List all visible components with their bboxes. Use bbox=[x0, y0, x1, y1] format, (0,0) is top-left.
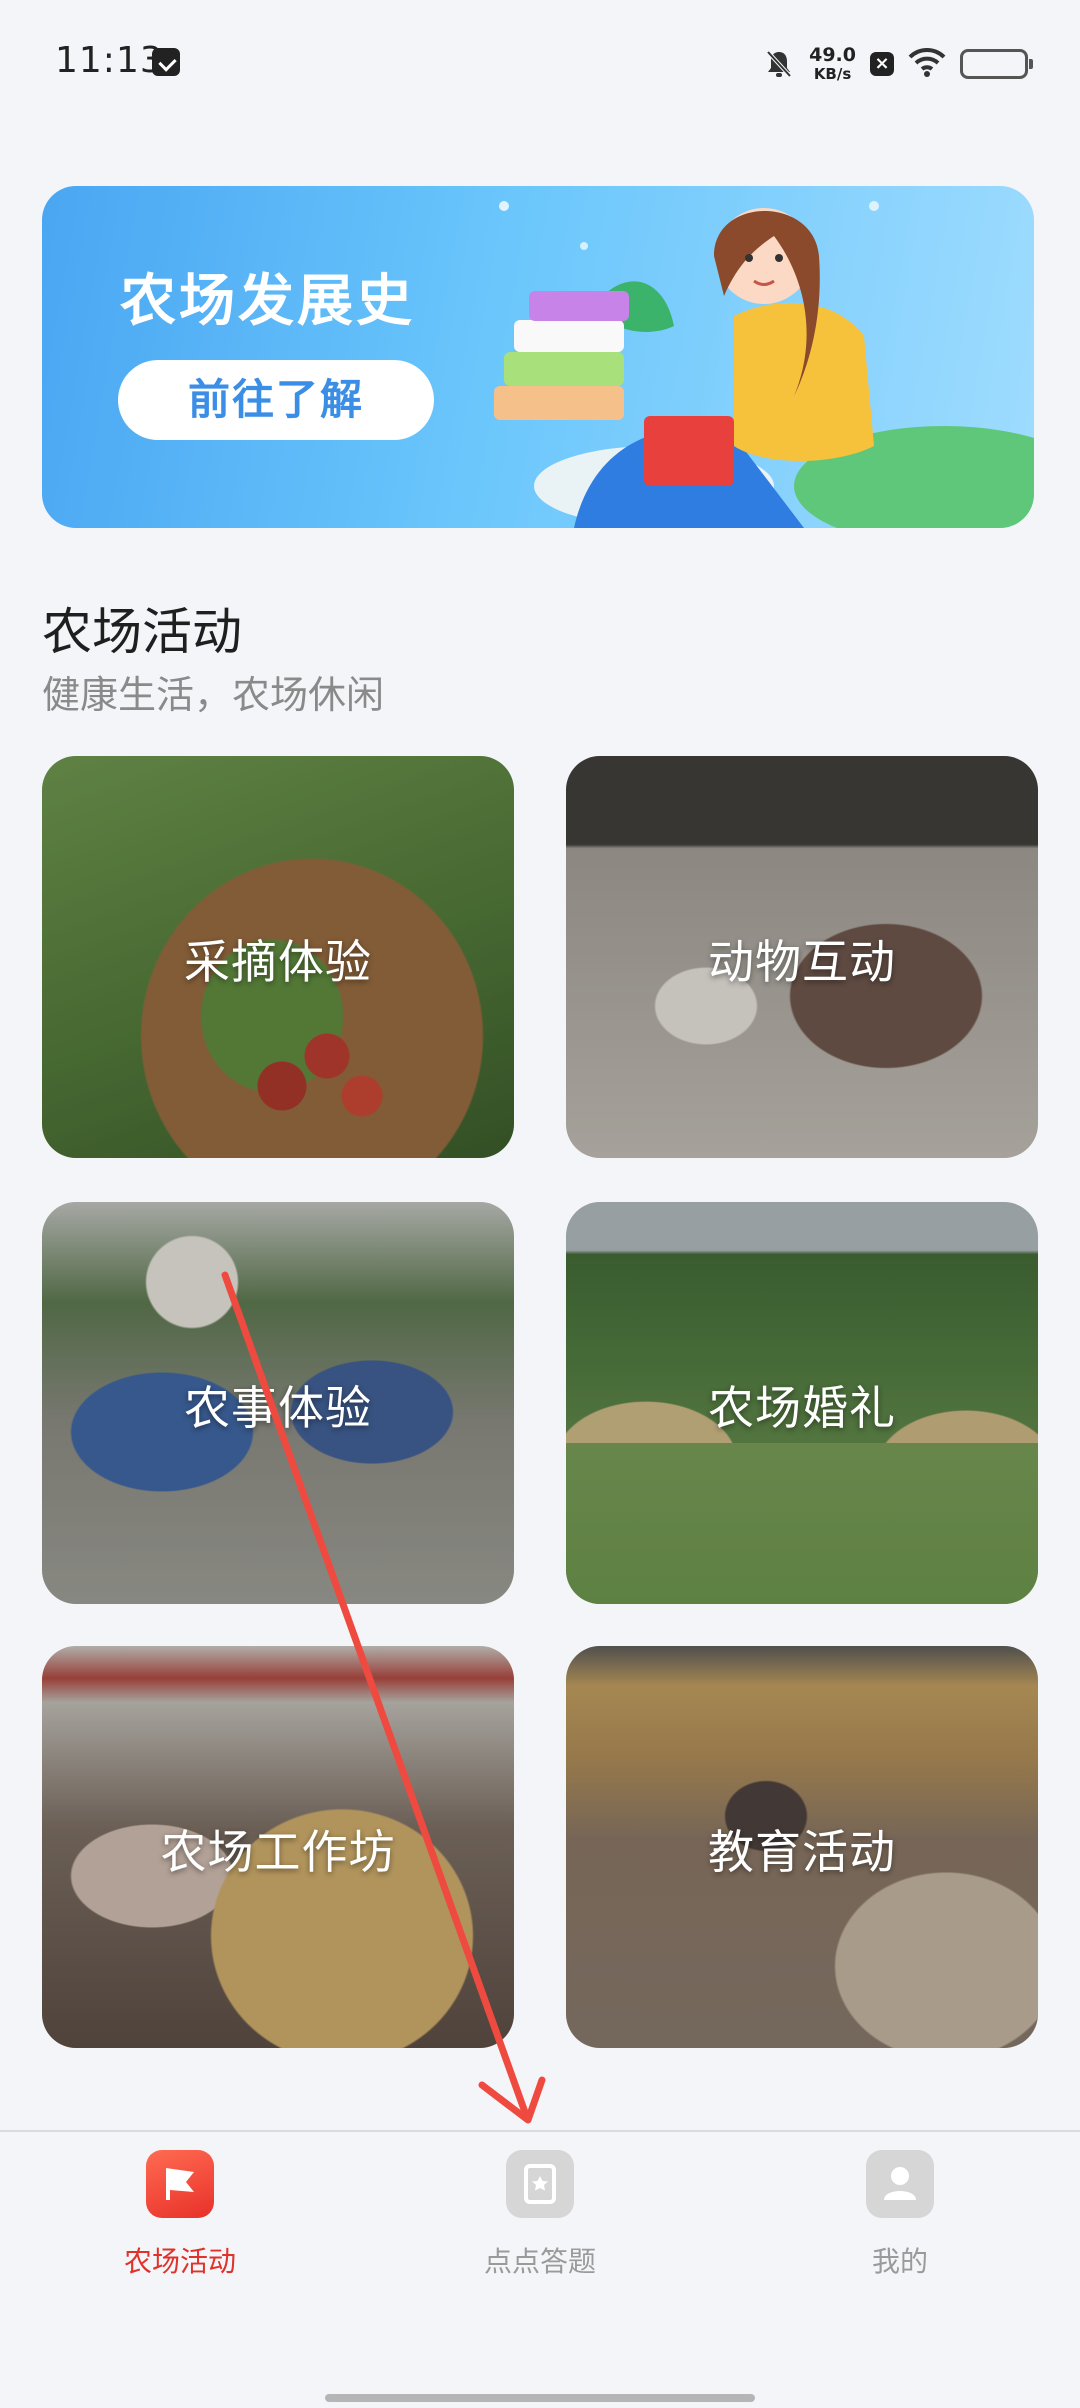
activity-label: 采摘体验 bbox=[184, 935, 372, 989]
battery-icon bbox=[960, 49, 1033, 79]
activity-card-workshop[interactable]: 农场工作坊 bbox=[42, 1646, 514, 2048]
activity-card-animals[interactable]: 动物互动 bbox=[566, 756, 1038, 1158]
nav-label: 农场活动 bbox=[123, 2245, 236, 2278]
activity-card-education[interactable]: 教育活动 bbox=[566, 1646, 1038, 2048]
bell-off-icon bbox=[763, 48, 795, 80]
farm-history-banner[interactable]: 农场发展史 前往了解 bbox=[42, 186, 1034, 528]
wifi-icon bbox=[908, 47, 946, 81]
banner-title: 农场发展史 bbox=[120, 269, 415, 334]
section-subtitle: 健康生活，农场休闲 bbox=[42, 673, 385, 717]
activity-label: 农场婚礼 bbox=[708, 1381, 896, 1435]
activity-label: 农事体验 bbox=[184, 1381, 372, 1435]
star-card-icon bbox=[506, 2150, 574, 2218]
farm-activities-screen: 11:13 49.0 KB/s × 农场发展史 前往了解 农场活动 健康生活，农… bbox=[0, 0, 1080, 2408]
section-title: 农场活动 bbox=[42, 603, 242, 661]
nav-tab-mine[interactable]: 我的 bbox=[780, 2150, 1020, 2280]
x-badge-icon: × bbox=[870, 52, 894, 76]
nav-label: 点点答题 bbox=[483, 2245, 596, 2278]
home-indicator[interactable] bbox=[325, 2394, 755, 2402]
activity-card-wedding[interactable]: 农场婚礼 bbox=[566, 1202, 1038, 1604]
network-speed-unit: KB/s bbox=[813, 65, 852, 83]
network-speed-value: 49.0 bbox=[809, 44, 856, 66]
nav-label: 我的 bbox=[871, 2245, 928, 2278]
learn-more-button[interactable]: 前往了解 bbox=[118, 360, 434, 440]
status-bar: 11:13 49.0 KB/s × bbox=[0, 0, 1080, 128]
bottom-nav: 农场活动 点点答题 我的 bbox=[0, 2130, 1080, 2408]
notification-app-icon bbox=[152, 48, 180, 76]
activity-label: 动物互动 bbox=[708, 935, 896, 989]
girl-reading-illustration bbox=[494, 201, 1034, 528]
status-indicators: 49.0 KB/s × bbox=[763, 40, 1033, 88]
network-speed: 49.0 KB/s bbox=[809, 46, 856, 82]
nav-tab-quiz[interactable]: 点点答题 bbox=[420, 2150, 660, 2280]
activity-card-farming[interactable]: 农事体验 bbox=[42, 1202, 514, 1604]
status-time: 11:13 bbox=[55, 40, 164, 81]
flag-icon bbox=[146, 2150, 214, 2218]
activity-label: 教育活动 bbox=[708, 1825, 896, 1879]
activity-card-picking[interactable]: 采摘体验 bbox=[42, 756, 514, 1158]
nav-tab-farm-activities[interactable]: 农场活动 bbox=[60, 2150, 300, 2280]
activity-label: 农场工作坊 bbox=[160, 1825, 396, 1879]
person-icon bbox=[866, 2150, 934, 2218]
